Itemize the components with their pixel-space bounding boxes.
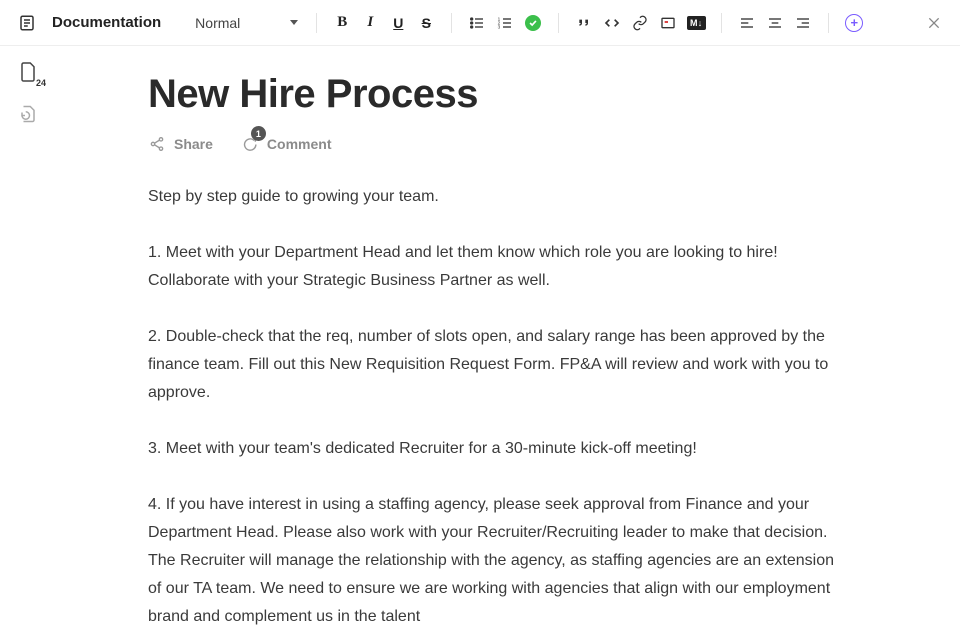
separator — [721, 13, 722, 33]
align-left-button[interactable] — [734, 10, 760, 36]
document-area[interactable]: New Hire Process Share 1 Comment Step by… — [56, 46, 948, 638]
share-icon — [148, 135, 166, 153]
italic-button[interactable]: I — [357, 10, 383, 36]
ordered-list-button[interactable]: 123 — [492, 10, 518, 36]
page-title: New Hire Process — [148, 72, 888, 117]
align-center-button[interactable] — [762, 10, 788, 36]
separator — [316, 13, 317, 33]
close-button[interactable] — [922, 11, 946, 35]
insert-group: M↓ — [571, 10, 709, 36]
step-1: 1. Meet with your Department Head and le… — [148, 239, 848, 295]
page-list-button[interactable]: 24 — [16, 60, 40, 84]
step-2: 2. Double-check that the req, number of … — [148, 323, 848, 407]
comment-count-badge: 1 — [251, 126, 266, 141]
document-type-label: Documentation — [52, 14, 161, 31]
page-history-button[interactable] — [16, 102, 40, 126]
toolbar: Documentation Normal B I U S 123 — [0, 0, 960, 46]
embed-button[interactable] — [655, 10, 681, 36]
chevron-down-icon — [290, 20, 298, 25]
bullet-list-button[interactable] — [464, 10, 490, 36]
separator — [451, 13, 452, 33]
share-label: Share — [174, 136, 213, 152]
markdown-button[interactable]: M↓ — [683, 10, 709, 36]
underline-button[interactable]: U — [385, 10, 411, 36]
toolbar-left: Documentation Normal — [18, 11, 304, 35]
link-button[interactable] — [627, 10, 653, 36]
separator — [828, 13, 829, 33]
strikethrough-button[interactable]: S — [413, 10, 439, 36]
document-type-icon — [18, 14, 36, 32]
align-group — [734, 10, 816, 36]
svg-text:3: 3 — [498, 24, 501, 29]
document-actions: Share 1 Comment — [148, 135, 888, 153]
paragraph-style-label: Normal — [195, 15, 240, 31]
share-button[interactable]: Share — [148, 135, 213, 153]
align-right-button[interactable] — [790, 10, 816, 36]
left-gutter: 24 — [0, 46, 56, 638]
add-block-button[interactable]: + — [841, 10, 867, 36]
step-3: 3. Meet with your team's dedicated Recru… — [148, 435, 848, 463]
list-group: 123 — [464, 10, 546, 36]
paragraph-style-dropdown[interactable]: Normal — [189, 11, 304, 35]
document-body[interactable]: Step by step guide to growing your team.… — [148, 183, 848, 631]
page-count-badge: 24 — [36, 78, 46, 88]
checklist-button[interactable] — [520, 10, 546, 36]
plus-circle-icon: + — [845, 14, 863, 32]
bold-button[interactable]: B — [329, 10, 355, 36]
intro-paragraph: Step by step guide to growing your team. — [148, 183, 848, 211]
check-circle-icon — [525, 15, 541, 31]
separator — [558, 13, 559, 33]
step-4: 4. If you have interest in using a staff… — [148, 491, 848, 631]
quote-button[interactable] — [571, 10, 597, 36]
comment-button[interactable]: 1 Comment — [241, 135, 332, 153]
code-block-button[interactable] — [599, 10, 625, 36]
comment-label: Comment — [267, 136, 332, 152]
text-format-group: B I U S — [329, 10, 439, 36]
markdown-icon: M↓ — [687, 16, 706, 30]
